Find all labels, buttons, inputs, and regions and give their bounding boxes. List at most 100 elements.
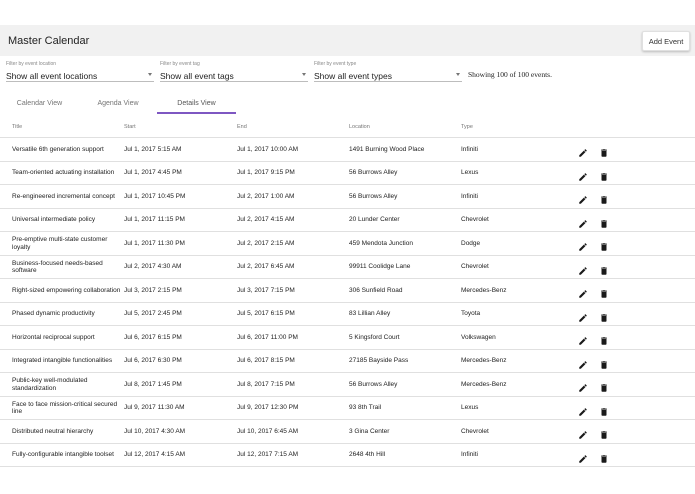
app-header: Master Calendar: [0, 25, 695, 56]
event-start: Jul 1, 2017 11:15 PM: [124, 216, 185, 224]
location-filter-value[interactable]: Show all event locations: [6, 71, 97, 81]
delete-trash-icon[interactable]: [599, 451, 609, 463]
edit-pencil-icon[interactable]: [578, 145, 588, 157]
event-end: Jul 1, 2017 10:00 AM: [237, 145, 299, 153]
edit-pencil-icon[interactable]: [578, 310, 588, 322]
event-end: Jul 2, 2017 2:15 AM: [237, 239, 295, 247]
tab-agenda-view[interactable]: Agenda View: [79, 92, 157, 114]
column-header-type: Type: [461, 124, 473, 130]
table-row[interactable]: Re-engineered incremental concept Jul 1, …: [0, 185, 695, 209]
type-filter-value[interactable]: Show all event types: [314, 71, 392, 81]
active-tab-indicator: [157, 112, 236, 114]
event-location: 2648 4th Hill: [349, 451, 386, 459]
table-row[interactable]: Horizontal reciprocal support Jul 6, 2017…: [0, 326, 695, 350]
event-location: 83 Lillian Alley: [349, 310, 391, 318]
table-row[interactable]: Universal intermediate policy Jul 1, 2017…: [0, 209, 695, 232]
event-end: Jul 1, 2017 9:15 PM: [237, 169, 295, 177]
dropdown-arrow-icon[interactable]: [148, 73, 152, 76]
edit-pencil-icon[interactable]: [578, 286, 588, 298]
edit-pencil-icon[interactable]: [578, 357, 588, 369]
tag-filter-value[interactable]: Show all event tags: [160, 71, 234, 81]
event-start: Jul 1, 2017 4:45 PM: [124, 169, 182, 177]
event-location: 93 8th Trail: [349, 404, 382, 412]
event-start: Jul 10, 2017 4:30 AM: [124, 427, 186, 435]
edit-pencil-icon[interactable]: [578, 239, 588, 251]
event-location: 459 Mendota Junction: [349, 239, 413, 247]
delete-trash-icon[interactable]: [599, 380, 609, 392]
event-location: 27185 Bayside Pass: [349, 357, 409, 365]
edit-pencil-icon[interactable]: [578, 169, 588, 181]
table-row[interactable]: Versatile 6th generation support Jul 1, 2…: [0, 138, 695, 162]
edit-pencil-icon[interactable]: [578, 333, 588, 345]
event-location: 3 Gina Center: [349, 427, 390, 435]
event-end: Jul 6, 2017 11:00 PM: [237, 333, 298, 341]
event-type: Lexus: [461, 404, 479, 412]
table-row[interactable]: Distributed neutral hierarchy Jul 10, 201…: [0, 420, 695, 444]
location-filter[interactable]: Filter by event location Show all event …: [6, 61, 154, 82]
delete-trash-icon[interactable]: [599, 192, 609, 204]
table-row[interactable]: Pre-emptive multi-state customer loyalty…: [0, 232, 695, 256]
event-type: Volkswagen: [461, 333, 496, 341]
event-location: 306 Sunfield Road: [349, 286, 403, 294]
event-start: Jul 12, 2017 4:15 AM: [124, 451, 186, 459]
edit-pencil-icon[interactable]: [578, 380, 588, 392]
edit-pencil-icon[interactable]: [578, 216, 588, 228]
event-title: Pre-emptive multi-state customer loyalty: [12, 236, 108, 251]
event-title: Fully-configurable intangible toolset: [12, 451, 114, 459]
event-title: Right-sized empowering collaboration: [12, 286, 121, 294]
edit-pencil-icon[interactable]: [578, 451, 588, 463]
delete-trash-icon[interactable]: [599, 145, 609, 157]
event-type: Mercedes-Benz: [461, 357, 507, 365]
tab-details-view[interactable]: Details View: [157, 92, 236, 114]
dropdown-arrow-icon[interactable]: [456, 73, 460, 76]
edit-pencil-icon[interactable]: [578, 263, 588, 275]
delete-trash-icon[interactable]: [599, 286, 609, 298]
event-count: Showing 100 of 100 events.: [468, 70, 552, 79]
type-filter[interactable]: Filter by event type Show all event type…: [314, 61, 462, 82]
add-event-button[interactable]: Add Event: [642, 31, 690, 51]
delete-trash-icon[interactable]: [599, 169, 609, 181]
event-end: Jul 2, 2017 4:15 AM: [237, 216, 295, 224]
page-title: Master Calendar: [8, 35, 90, 47]
tag-filter[interactable]: Filter by event tag Show all event tags: [160, 61, 308, 82]
delete-trash-icon[interactable]: [599, 333, 609, 345]
column-header-start: Start: [124, 124, 136, 130]
table-row[interactable]: Integrated intangible functionalities Jul…: [0, 350, 695, 373]
event-end: Jul 6, 2017 8:15 PM: [237, 357, 295, 365]
dropdown-arrow-icon[interactable]: [302, 73, 306, 76]
delete-trash-icon[interactable]: [599, 310, 609, 322]
delete-trash-icon[interactable]: [599, 263, 609, 275]
table-header: Title Start End Location Type: [0, 116, 695, 138]
event-title: Team-oriented actuating installation: [12, 169, 115, 177]
delete-trash-icon[interactable]: [599, 427, 609, 439]
table-row[interactable]: Team-oriented actuating installation Jul …: [0, 162, 695, 185]
table-row[interactable]: Public-key well-modulated standardizatio…: [0, 373, 695, 397]
delete-trash-icon[interactable]: [599, 239, 609, 251]
table-row[interactable]: Business-focused needs-based software Jul…: [0, 256, 695, 279]
delete-trash-icon[interactable]: [599, 216, 609, 228]
event-type: Infiniti: [461, 451, 478, 459]
event-title: Integrated intangible functionalities: [12, 357, 113, 365]
table-row[interactable]: Fully-configurable intangible toolset Jul…: [0, 444, 695, 467]
edit-pencil-icon[interactable]: [578, 192, 588, 204]
location-filter-label: Filter by event location: [6, 61, 57, 67]
delete-trash-icon[interactable]: [599, 357, 609, 369]
table-row[interactable]: Face to face mission-critical secured li…: [0, 397, 695, 420]
table-body: Versatile 6th generation support Jul 1, 2…: [0, 138, 695, 467]
event-type: Lexus: [461, 169, 479, 177]
tab-calendar-view[interactable]: Calendar View: [0, 92, 79, 114]
event-title: Phased dynamic productivity: [12, 310, 95, 318]
event-type: Mercedes-Benz: [461, 380, 507, 388]
event-title: Face to face mission-critical secured li…: [12, 400, 118, 416]
type-filter-label: Filter by event type: [314, 61, 357, 67]
table-row[interactable]: Phased dynamic productivity Jul 5, 2017 2…: [0, 303, 695, 326]
edit-pencil-icon[interactable]: [578, 404, 588, 416]
table-row[interactable]: Right-sized empowering collaboration Jul …: [0, 279, 695, 303]
event-start: Jul 8, 2017 1:45 PM: [124, 380, 182, 388]
event-type: Mercedes-Benz: [461, 286, 507, 294]
event-start: Jul 2, 2017 4:30 AM: [124, 263, 182, 271]
event-end: Jul 2, 2017 1:00 AM: [237, 192, 295, 200]
event-title: Public-key well-modulated standardizatio…: [12, 377, 88, 392]
edit-pencil-icon[interactable]: [578, 427, 588, 439]
delete-trash-icon[interactable]: [599, 404, 609, 416]
